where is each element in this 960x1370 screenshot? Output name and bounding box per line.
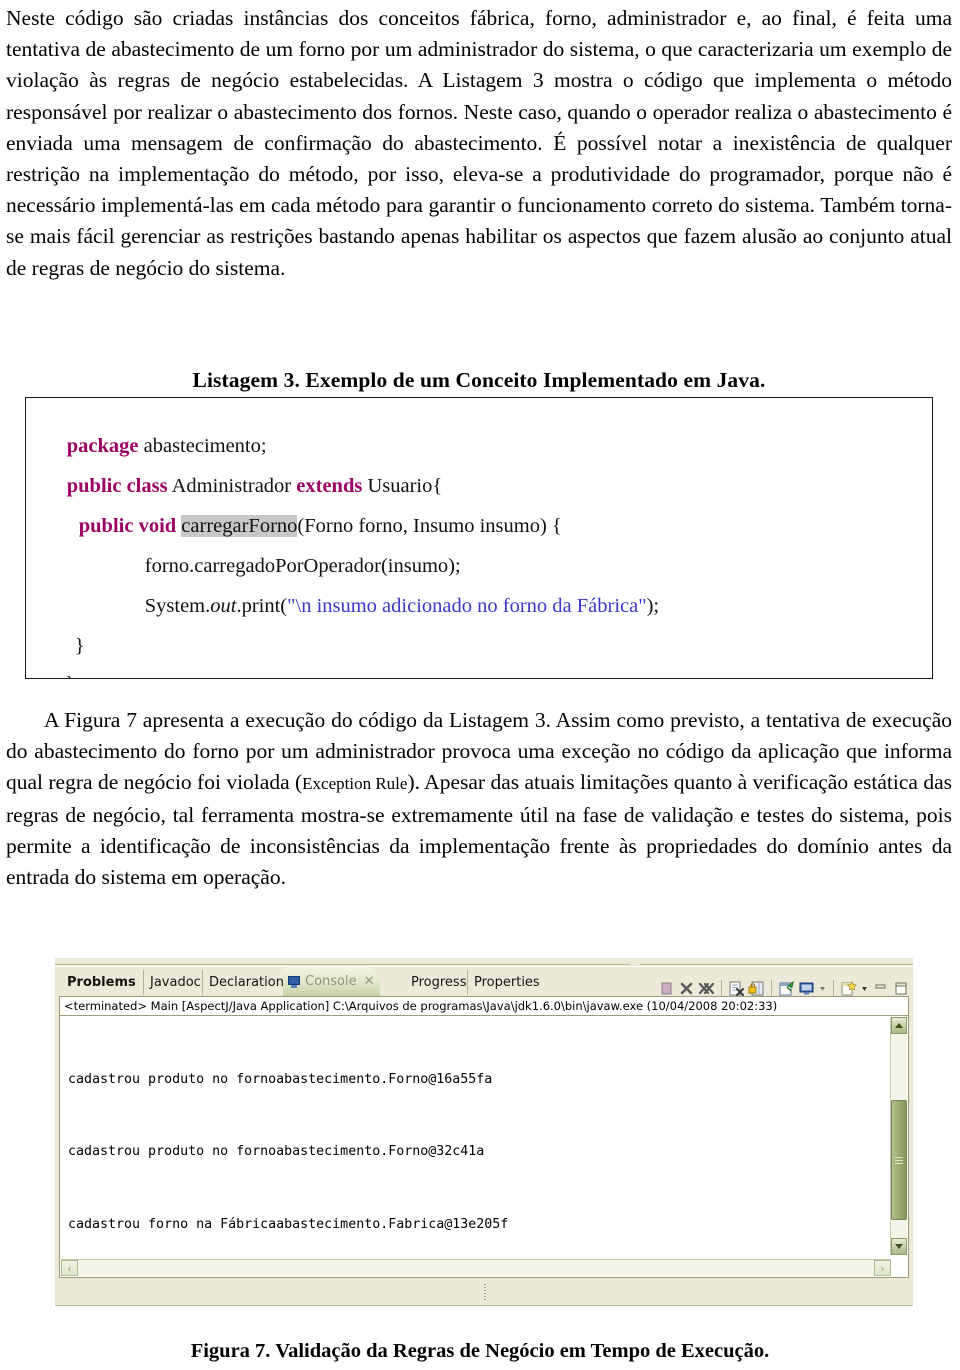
display-console-dropdown-icon[interactable] [818, 980, 827, 997]
tab-javadoc[interactable]: Javadoc [143, 970, 207, 995]
tab-console[interactable]: Console ✕ [283, 967, 380, 997]
eclipse-tab-bar: Problems Javadoc Declaration Console ✕ P… [55, 966, 913, 997]
code-listing-box: package abastecimento; public class Admi… [25, 397, 933, 679]
console-line: cadastrou forno na Fábricaabastecimento.… [68, 1216, 509, 1232]
figure-caption-text: Figura 7. Validação da Regras de Negócio… [190, 1340, 770, 1362]
paragraph-2-inline-note: Exception Rule [302, 774, 408, 794]
terminate-icon[interactable] [658, 980, 675, 997]
listing-caption-text: Listagem 3. Exemplo de um Conceito Imple… [192, 368, 766, 392]
paragraph-1-text: Neste código são criadas instâncias dos … [6, 6, 952, 280]
code-string-literal: "\n insumo adicionado no forno da Fábric… [287, 595, 647, 617]
console-vertical-scrollbar[interactable] [890, 1017, 907, 1255]
tab-console-label: Console [305, 974, 357, 989]
console-horizontal-scrollbar[interactable]: ‹ › [61, 1259, 891, 1276]
display-selected-console-icon[interactable] [798, 980, 815, 997]
code-line-5-b: .print( [236, 595, 288, 617]
console-line: cadastrou produto no fornoabastecimento.… [68, 1072, 493, 1088]
remove-all-terminated-icon[interactable] [698, 980, 715, 997]
tab-declaration[interactable]: Declaration [202, 970, 290, 995]
scroll-thumb-vertical[interactable] [891, 1100, 907, 1220]
tab-javadoc-label: Javadoc [150, 975, 201, 990]
tab-properties-label: Properties [474, 975, 540, 990]
toolbar-separator-1 [721, 980, 722, 996]
scroll-down-button[interactable] [891, 1238, 907, 1255]
clear-console-icon[interactable] [728, 980, 745, 997]
body-paragraph-1: Neste código são criadas instâncias dos … [6, 3, 952, 284]
tab-progress-label: Progress [411, 975, 467, 990]
console-status-text: <terminated> Main [AspectJ/Java Applicat… [64, 999, 778, 1013]
tab-problems[interactable]: Problems [61, 970, 142, 995]
scroll-lock-icon[interactable] [748, 980, 765, 997]
minimize-icon[interactable] [872, 980, 889, 997]
toolbar-separator-3 [833, 980, 834, 996]
tab-declaration-label: Declaration [209, 975, 284, 990]
code-line-7-text: } [65, 673, 75, 678]
scroll-right-button[interactable]: › [874, 1260, 891, 1276]
tab-properties[interactable]: Properties [467, 970, 546, 995]
close-icon[interactable]: ✕ [364, 967, 375, 997]
console-text-block: cadastrou produto no fornoabastecimento.… [68, 1020, 644, 1277]
figure-caption: Figura 7. Validação da Regras de Negócio… [0, 1340, 960, 1363]
eclipse-bottom-sash[interactable] [55, 1280, 913, 1306]
console-line: cadastrou produto no fornoabastecimento.… [68, 1144, 485, 1160]
chevron-left-icon: ‹ [67, 1261, 72, 1275]
sash-grip-icon [484, 1284, 486, 1301]
remove-launch-icon[interactable] [678, 980, 695, 997]
code-line-7: } [34, 650, 75, 678]
tab-progress[interactable]: Progress [405, 970, 472, 995]
code-line-5: System.out.print("\n insumo adicionado n… [114, 572, 659, 641]
toolbar-separator-2 [771, 980, 772, 996]
scroll-left-button[interactable]: ‹ [61, 1260, 78, 1276]
code-line-6-text: } [74, 635, 85, 657]
chevron-down-icon [895, 1244, 903, 1249]
tab-problems-label: Problems [67, 975, 136, 990]
chevron-up-icon [895, 1023, 903, 1028]
eclipse-top-divider [55, 958, 913, 966]
chevron-right-icon: › [880, 1261, 885, 1275]
code-line-5-a: System. [144, 595, 211, 617]
console-output-area[interactable]: cadastrou produto no fornoabastecimento.… [59, 1016, 909, 1278]
eclipse-console-screenshot: Problems Javadoc Declaration Console ✕ P… [55, 958, 913, 1306]
scroll-grip-icon [895, 1156, 903, 1164]
scroll-up-button[interactable] [891, 1017, 907, 1034]
console-status-line: <terminated> Main [AspectJ/Java Applicat… [59, 996, 909, 1016]
open-console-icon[interactable] [840, 980, 857, 997]
body-paragraph-2: A Figura 7 apresenta a execução do códig… [6, 705, 952, 893]
console-icon [287, 975, 301, 989]
listing-caption: Listagem 3. Exemplo de um Conceito Imple… [25, 368, 933, 393]
open-console-dropdown-icon[interactable] [860, 980, 869, 997]
code-field-out: out [210, 595, 237, 617]
maximize-icon[interactable] [892, 980, 909, 997]
code-line-5-c: ); [646, 595, 660, 617]
pin-console-icon[interactable] [778, 980, 795, 997]
document-page: Neste código são criadas instâncias dos … [0, 0, 960, 1370]
